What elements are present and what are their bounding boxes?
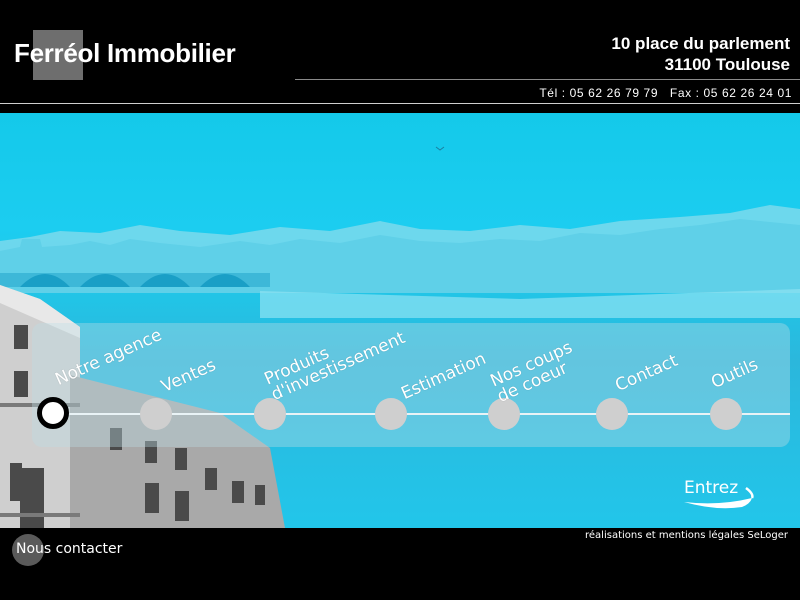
phone-fax-line: Tél : 05 62 26 79 79 Fax : 05 62 26 24 0… <box>539 86 792 100</box>
nav-dot-outils[interactable] <box>710 398 742 430</box>
enter-swoosh-icon <box>684 487 754 509</box>
legal-mentions-link[interactable]: réalisations et mentions légales SeLoger <box>585 530 788 541</box>
address-street: 10 place du parlement <box>611 34 790 53</box>
contact-us-link[interactable]: Nous contacter <box>16 541 122 557</box>
brand-name[interactable]: Ferréol Immobilier <box>14 38 236 69</box>
header-bottom-rule <box>0 103 800 104</box>
nav-dot-produits[interactable] <box>254 398 286 430</box>
hero-photo-toulouse <box>0 113 800 528</box>
cityscape-illustration <box>0 146 800 528</box>
nav-dot-ventes[interactable] <box>140 398 172 430</box>
header-divider <box>295 79 800 80</box>
address-city: 31100 Toulouse <box>664 55 790 74</box>
site-header: Ferréol Immobilier 10 place du parlement… <box>0 0 800 112</box>
nav-dot-estimation[interactable] <box>375 398 407 430</box>
nav-dot-notre-agence[interactable] <box>37 397 69 429</box>
nav-dot-contact[interactable] <box>596 398 628 430</box>
